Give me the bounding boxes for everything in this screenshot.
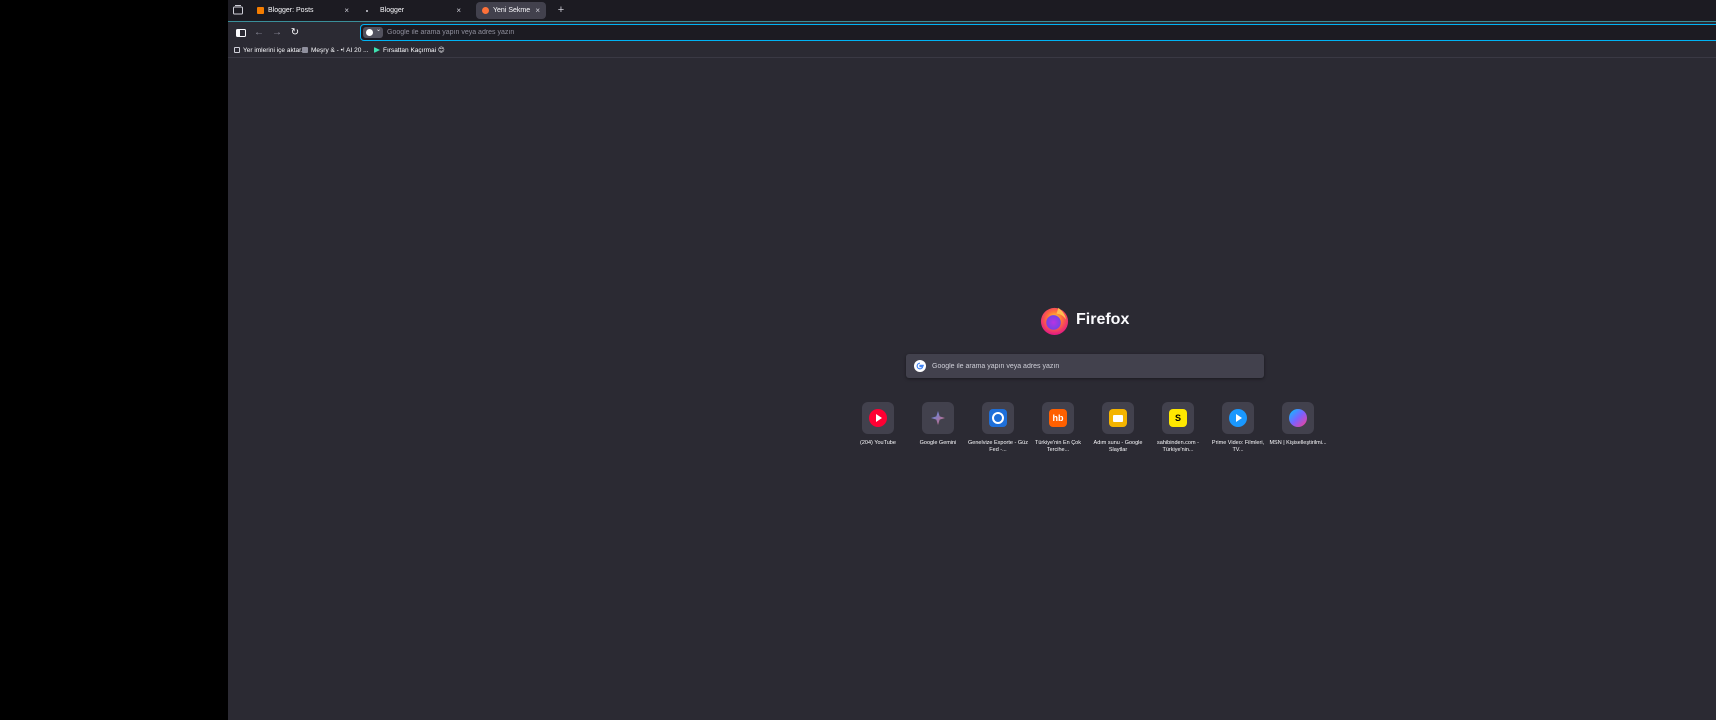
hepsiburada-icon: hb <box>1049 409 1067 427</box>
shortcut-icon-tile <box>982 402 1014 434</box>
browser-window: Blogger: Posts × Blogger × Yeni Sekme × … <box>228 0 1716 720</box>
shortcut-icon-tile: S <box>1162 402 1194 434</box>
ntp-search-box[interactable] <box>906 354 1264 378</box>
new-tab-button[interactable]: + <box>554 2 568 19</box>
close-icon[interactable]: × <box>535 2 540 19</box>
google-icon <box>914 360 926 372</box>
play-icon <box>374 47 380 53</box>
brand-name: Firefox <box>1076 311 1130 328</box>
chevron-down-icon: ⌄ <box>375 27 381 33</box>
firefox-icon <box>482 7 489 14</box>
tab-label: Blogger <box>380 7 405 14</box>
url-input[interactable] <box>387 25 1707 40</box>
address-bar[interactable]: ⌄ <box>360 24 1716 41</box>
gemini-icon <box>929 409 947 427</box>
bookmark-import[interactable]: Yer imlerini içe aktar... <box>234 44 306 57</box>
bookmark-label: Meşry & - •! AI 20 ... <box>311 47 369 54</box>
google-icon <box>366 29 373 36</box>
reload-button[interactable]: ↻ <box>288 26 302 40</box>
outlook-icon <box>989 409 1007 427</box>
navigation-toolbar: ← → ↻ ⌄ <box>228 21 1716 44</box>
prime-video-icon <box>1229 409 1247 427</box>
tab-list-icon[interactable] <box>232 4 244 16</box>
shortcut-icon-tile <box>862 402 894 434</box>
tab-blogger-posts[interactable]: Blogger: Posts × <box>251 2 355 19</box>
import-icon <box>234 47 240 53</box>
shortcut-icon-tile: hb <box>1042 402 1074 434</box>
tab-new-tab[interactable]: Yeni Sekme × <box>476 2 546 19</box>
sidebar-icon[interactable] <box>234 26 248 40</box>
shortcut-label: Türkiye'nin En Çok Tercihe... <box>1035 440 1081 453</box>
shortcut-label: Google Gemini <box>919 440 957 446</box>
desktop-background <box>0 0 228 720</box>
bookmark-label: Yer imlerini içe aktar... <box>243 47 307 54</box>
shortcut-label: MSN | Kişiselleştirilmi... <box>1269 440 1327 446</box>
shortcut-label: (204) YouTube <box>860 440 896 446</box>
blogger-icon <box>257 7 264 14</box>
msn-icon <box>1289 409 1307 427</box>
shortcut-icon-tile <box>1282 402 1314 434</box>
tab-blogger[interactable]: Blogger × <box>363 2 467 19</box>
bookmark-item[interactable]: Fırsattan Kaçırmai 😊 <box>374 44 445 57</box>
forward-button[interactable]: → <box>270 26 284 40</box>
tab-label: Yeni Sekme <box>493 7 531 14</box>
shortcut-label: Prime Video: Filmleri, TV... <box>1211 440 1265 453</box>
tab-label: Blogger: Posts <box>268 7 314 14</box>
dot-icon <box>366 10 368 12</box>
shortcut-label: Adım sunu - Google Slaytlar <box>1093 440 1143 453</box>
close-icon[interactable]: × <box>344 2 349 19</box>
tab-strip: Blogger: Posts × Blogger × Yeni Sekme × … <box>228 0 1716 21</box>
bookmark-label: Fırsattan Kaçırmai 😊 <box>383 47 445 54</box>
sahibinden-icon: S <box>1169 409 1187 427</box>
close-icon[interactable]: × <box>456 2 461 19</box>
firefox-branding: Firefox <box>1039 305 1159 339</box>
back-button[interactable]: ← <box>252 26 266 40</box>
bookmark-item[interactable]: Meşry & - •! AI 20 ... <box>302 44 369 57</box>
shortcut-icon-tile <box>1222 402 1254 434</box>
bookmark-icon <box>302 47 308 53</box>
shortcut-label: Genelvize Exporte - Güz Fed -... <box>968 440 1028 453</box>
bookmarks-toolbar: Yer imlerini içe aktar... Meşry & - •! A… <box>228 44 1716 58</box>
youtube-icon <box>869 409 887 427</box>
shortcut-icon-tile <box>922 402 954 434</box>
slides-icon <box>1109 409 1127 427</box>
shortcut-label: sahibinden.com - Türkiye'nin... <box>1157 440 1199 453</box>
shortcut-icon-tile <box>1102 402 1134 434</box>
search-engine-button[interactable]: ⌄ <box>363 27 383 38</box>
firefox-logo-icon <box>1040 307 1069 336</box>
search-input[interactable] <box>932 354 1252 378</box>
